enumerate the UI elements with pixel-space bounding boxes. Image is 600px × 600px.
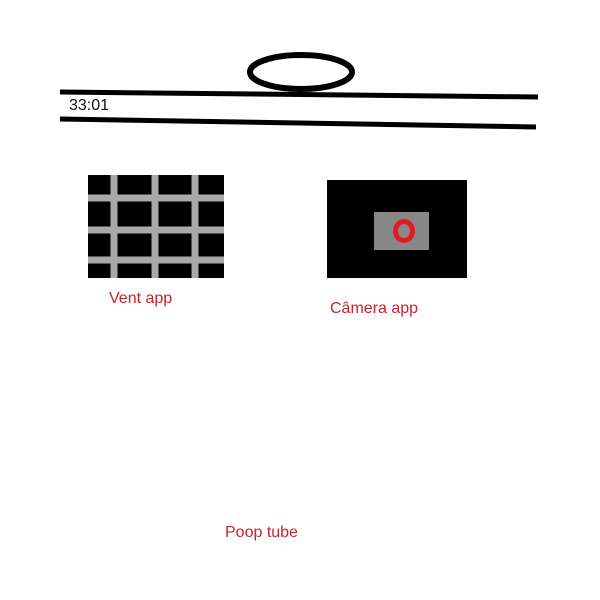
vent-grate-icon [88, 175, 224, 278]
top-border-line [59, 89, 539, 100]
camera-lens-icon [393, 219, 415, 243]
camera-body [374, 212, 429, 250]
vent-app-icon[interactable] [88, 175, 224, 278]
top-notch-ring [247, 52, 355, 92]
top-bar [59, 52, 539, 130]
vent-app-label[interactable]: Vent app [109, 290, 172, 308]
status-clock: 33:01 [69, 97, 110, 114]
camera-app-icon[interactable] [327, 180, 467, 278]
camera-app-label[interactable]: Câmera app [330, 300, 418, 318]
poop-tube-label[interactable]: Poop tube [225, 524, 298, 542]
bottom-border-line [59, 116, 537, 130]
